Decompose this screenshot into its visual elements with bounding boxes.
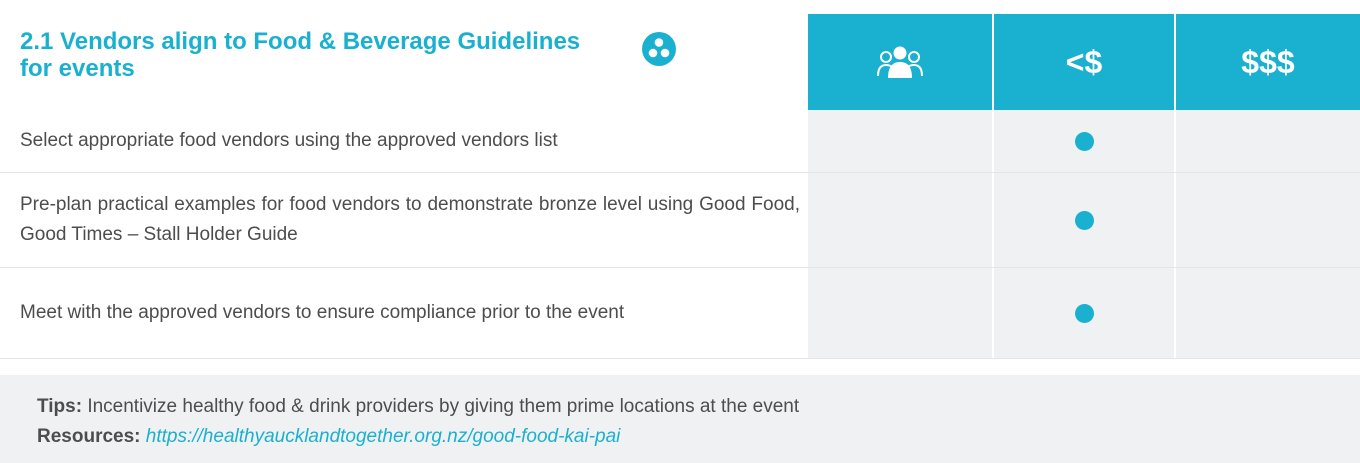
table-row: Pre-plan practical examples for food ven… [0,173,1360,268]
tips-text: Incentivize healthy food & drink provide… [87,396,800,417]
row-description: Meet with the approved vendors to ensure… [20,302,625,323]
action-table: 2.1 Vendors align to Food & Beverage Gui… [0,0,1360,463]
row-description: Select appropriate food vendors using th… [20,130,558,151]
tips-line: Tips: Incentivize healthy food & drink p… [37,396,799,418]
section-title: 2.1 Vendors align to Food & Beverage Gui… [20,28,581,82]
category-circles-icon [642,32,676,66]
cell-high-cost [1176,173,1360,267]
resources-label: Resources: [37,426,141,447]
marker-dot [1075,211,1094,230]
column-header-low-cost: <$ [994,14,1176,110]
cell-people [808,268,992,358]
marker-dot [1075,304,1094,323]
column-header-people [808,14,994,110]
cell-low-cost [994,268,1174,358]
tips-label: Tips: [37,396,83,417]
table-row: Select appropriate food vendors using th… [0,110,1360,173]
row-description: Pre-plan practical examples for food ven… [20,194,800,245]
column-header-high-cost: $$$ [1176,14,1360,110]
people-group-icon [877,46,923,78]
marker-dot [1075,132,1094,151]
cell-high-cost [1176,268,1360,358]
tips-box [0,375,1360,463]
cell-high-cost [1176,110,1360,172]
cell-low-cost [994,173,1174,267]
resources-line: Resources: https://healthyaucklandtogeth… [37,426,620,448]
cell-low-cost [994,110,1174,172]
cell-people [808,110,992,172]
table-row: Meet with the approved vendors to ensure… [0,268,1360,359]
cell-people [808,173,992,267]
resources-link[interactable]: https://healthyaucklandtogether.org.nz/g… [146,426,621,447]
